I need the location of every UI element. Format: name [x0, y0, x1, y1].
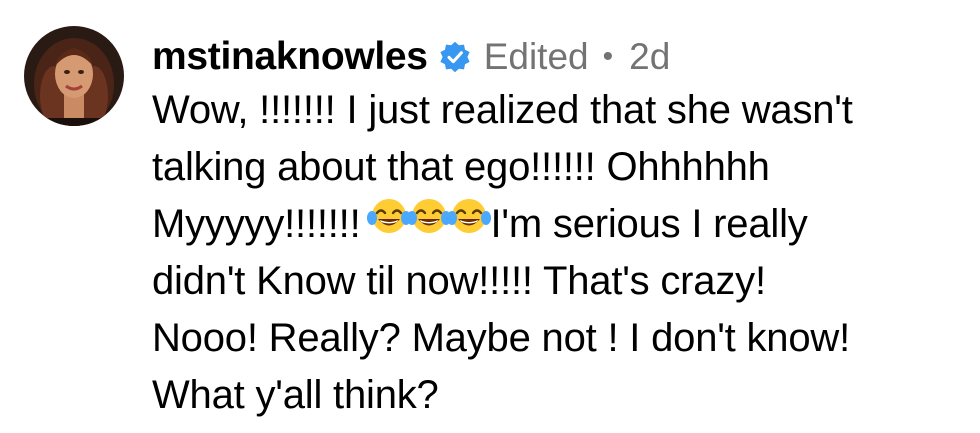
- comment-line: talking about that ego!!!!!! Ohhhhhh: [152, 145, 770, 189]
- edited-label: Edited: [483, 36, 589, 77]
- comment-item: mstinaknowles Edited • 2d Wow, !!!!!!! I…: [0, 0, 980, 433]
- comment-text-fragment: I'm serious I really: [490, 202, 808, 246]
- laughing-emoji-group: [366, 195, 491, 252]
- comment-text: Wow, !!!!!!! I just realized that she wa…: [152, 82, 972, 424]
- face-with-tears-of-joy-emoji-icon: [366, 195, 411, 252]
- face-with-tears-of-joy-emoji-icon: [446, 195, 491, 252]
- comment-header: mstinaknowles Edited • 2d: [152, 30, 670, 84]
- comment-line: What y'all think?: [152, 373, 439, 417]
- avatar[interactable]: [24, 26, 124, 126]
- verified-badge-icon: [438, 40, 472, 74]
- comment-line: didn't Know til now!!!!! That's crazy!: [152, 259, 766, 303]
- separator-dot: •: [602, 40, 614, 73]
- comment-line: Wow, !!!!!!! I just realized that she wa…: [152, 88, 853, 132]
- comment-line-with-emoji: Myyyyy!!!!!!! I'm serious I really: [152, 196, 972, 253]
- face-with-tears-of-joy-emoji-icon: [406, 195, 451, 252]
- comment-line: Nooo! Really? Maybe not ! I don't know!: [152, 316, 851, 360]
- timestamp-link[interactable]: 2d: [629, 36, 670, 78]
- comment-text-fragment: Myyyyy!!!!!!!: [152, 202, 361, 246]
- username-link[interactable]: mstinaknowles: [152, 35, 428, 79]
